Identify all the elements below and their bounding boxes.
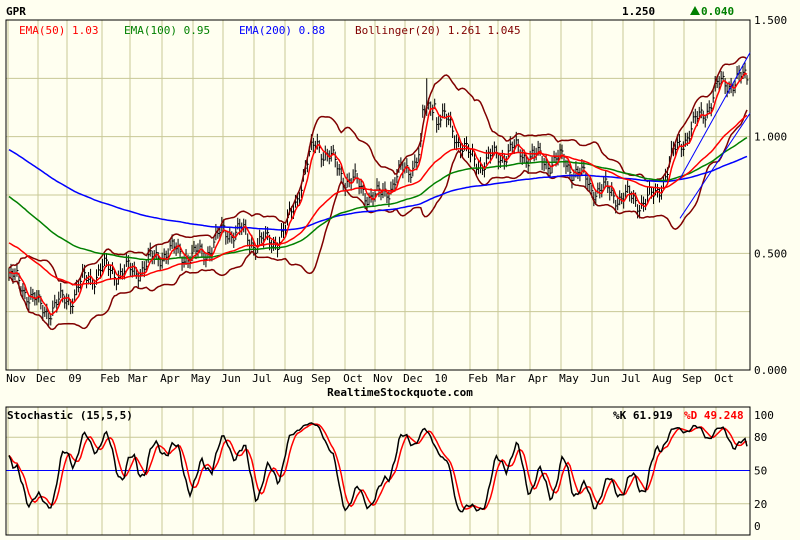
stoch-y-tick-label: 50 — [754, 465, 767, 478]
x-tick-label: May — [191, 372, 211, 385]
x-tick-label: Jun — [221, 372, 241, 385]
x-tick-label: Apr — [160, 372, 180, 385]
stoch-d-value: %D 49.248 — [684, 409, 744, 422]
x-tick-label: Apr — [528, 372, 548, 385]
x-axis: Nov Dec 09 Feb Mar Apr May Jun Jul Aug Sep Oct Nov De… — [6, 372, 734, 385]
legend-ema50: EMA(50) 1.03 — [19, 24, 98, 37]
x-tick-label: Aug — [652, 372, 672, 385]
y-tick-label: 1.500 — [754, 14, 787, 27]
bollinger-upper — [8, 56, 748, 286]
last-price: 1.250 — [622, 5, 655, 18]
stoch-y-tick-label: 100 — [754, 409, 774, 422]
x-tick-label: 10 — [434, 372, 447, 385]
y-tick-label: 0.500 — [754, 247, 787, 260]
x-tick-label: Dec — [36, 372, 56, 385]
stoch-y-tick-label: 0 — [754, 520, 761, 533]
price-y-axis: 1.500 1.000 0.500 0.000 — [754, 14, 787, 377]
x-tick-label: Feb — [468, 372, 488, 385]
x-tick-label: Feb — [100, 372, 120, 385]
legend-ema100: EMA(100) 0.95 — [124, 24, 210, 37]
x-tick-label: May — [559, 372, 579, 385]
legend-bollinger: Bollinger(20) 1.261 1.045 — [355, 24, 521, 37]
x-tick-label: Oct — [714, 372, 734, 385]
stoch-y-tick-label: 20 — [754, 498, 767, 511]
up-triangle-icon — [690, 6, 700, 15]
bollinger-lower — [8, 109, 748, 331]
x-tick-label: Dec — [403, 372, 423, 385]
x-tick-label: Sep — [311, 372, 331, 385]
x-tick-label: Nov — [6, 372, 26, 385]
x-tick-label: 09 — [68, 372, 81, 385]
x-tick-label: Jun — [590, 372, 610, 385]
x-tick-label: Jul — [621, 372, 641, 385]
x-tick-label: Oct — [343, 372, 363, 385]
stock-chart: GPR 1.250 0.040 EMA(50) 1.03 EMA(100) 0.… — [5, 5, 787, 536]
stoch-title: Stochastic (15,5,5) — [7, 409, 133, 422]
stoch-y-axis: 100 80 50 20 0 — [754, 409, 774, 533]
legend-ema200: EMA(200) 0.88 — [239, 24, 325, 37]
watermark: RealtimeStockquote.com — [327, 386, 473, 399]
stoch-k-value: %K 61.919 — [613, 409, 673, 422]
x-tick-label: Mar — [496, 372, 516, 385]
x-tick-label: Aug — [283, 372, 303, 385]
price-change: 0.040 — [701, 5, 734, 18]
stoch-plot — [8, 422, 748, 513]
price-plot — [8, 52, 751, 331]
x-tick-label: Sep — [682, 372, 702, 385]
stoch-y-tick-label: 80 — [754, 431, 767, 444]
symbol: GPR — [6, 5, 26, 18]
x-tick-label: Nov — [373, 372, 393, 385]
x-tick-label: Jul — [252, 372, 272, 385]
x-tick-label: Mar — [128, 372, 148, 385]
trend-channel-lower — [679, 113, 751, 219]
chart-window: GPR 1.250 0.040 EMA(50) 1.03 EMA(100) 0.… — [0, 0, 800, 540]
y-tick-label: 1.000 — [754, 131, 787, 144]
y-tick-label: 0.000 — [754, 364, 787, 377]
